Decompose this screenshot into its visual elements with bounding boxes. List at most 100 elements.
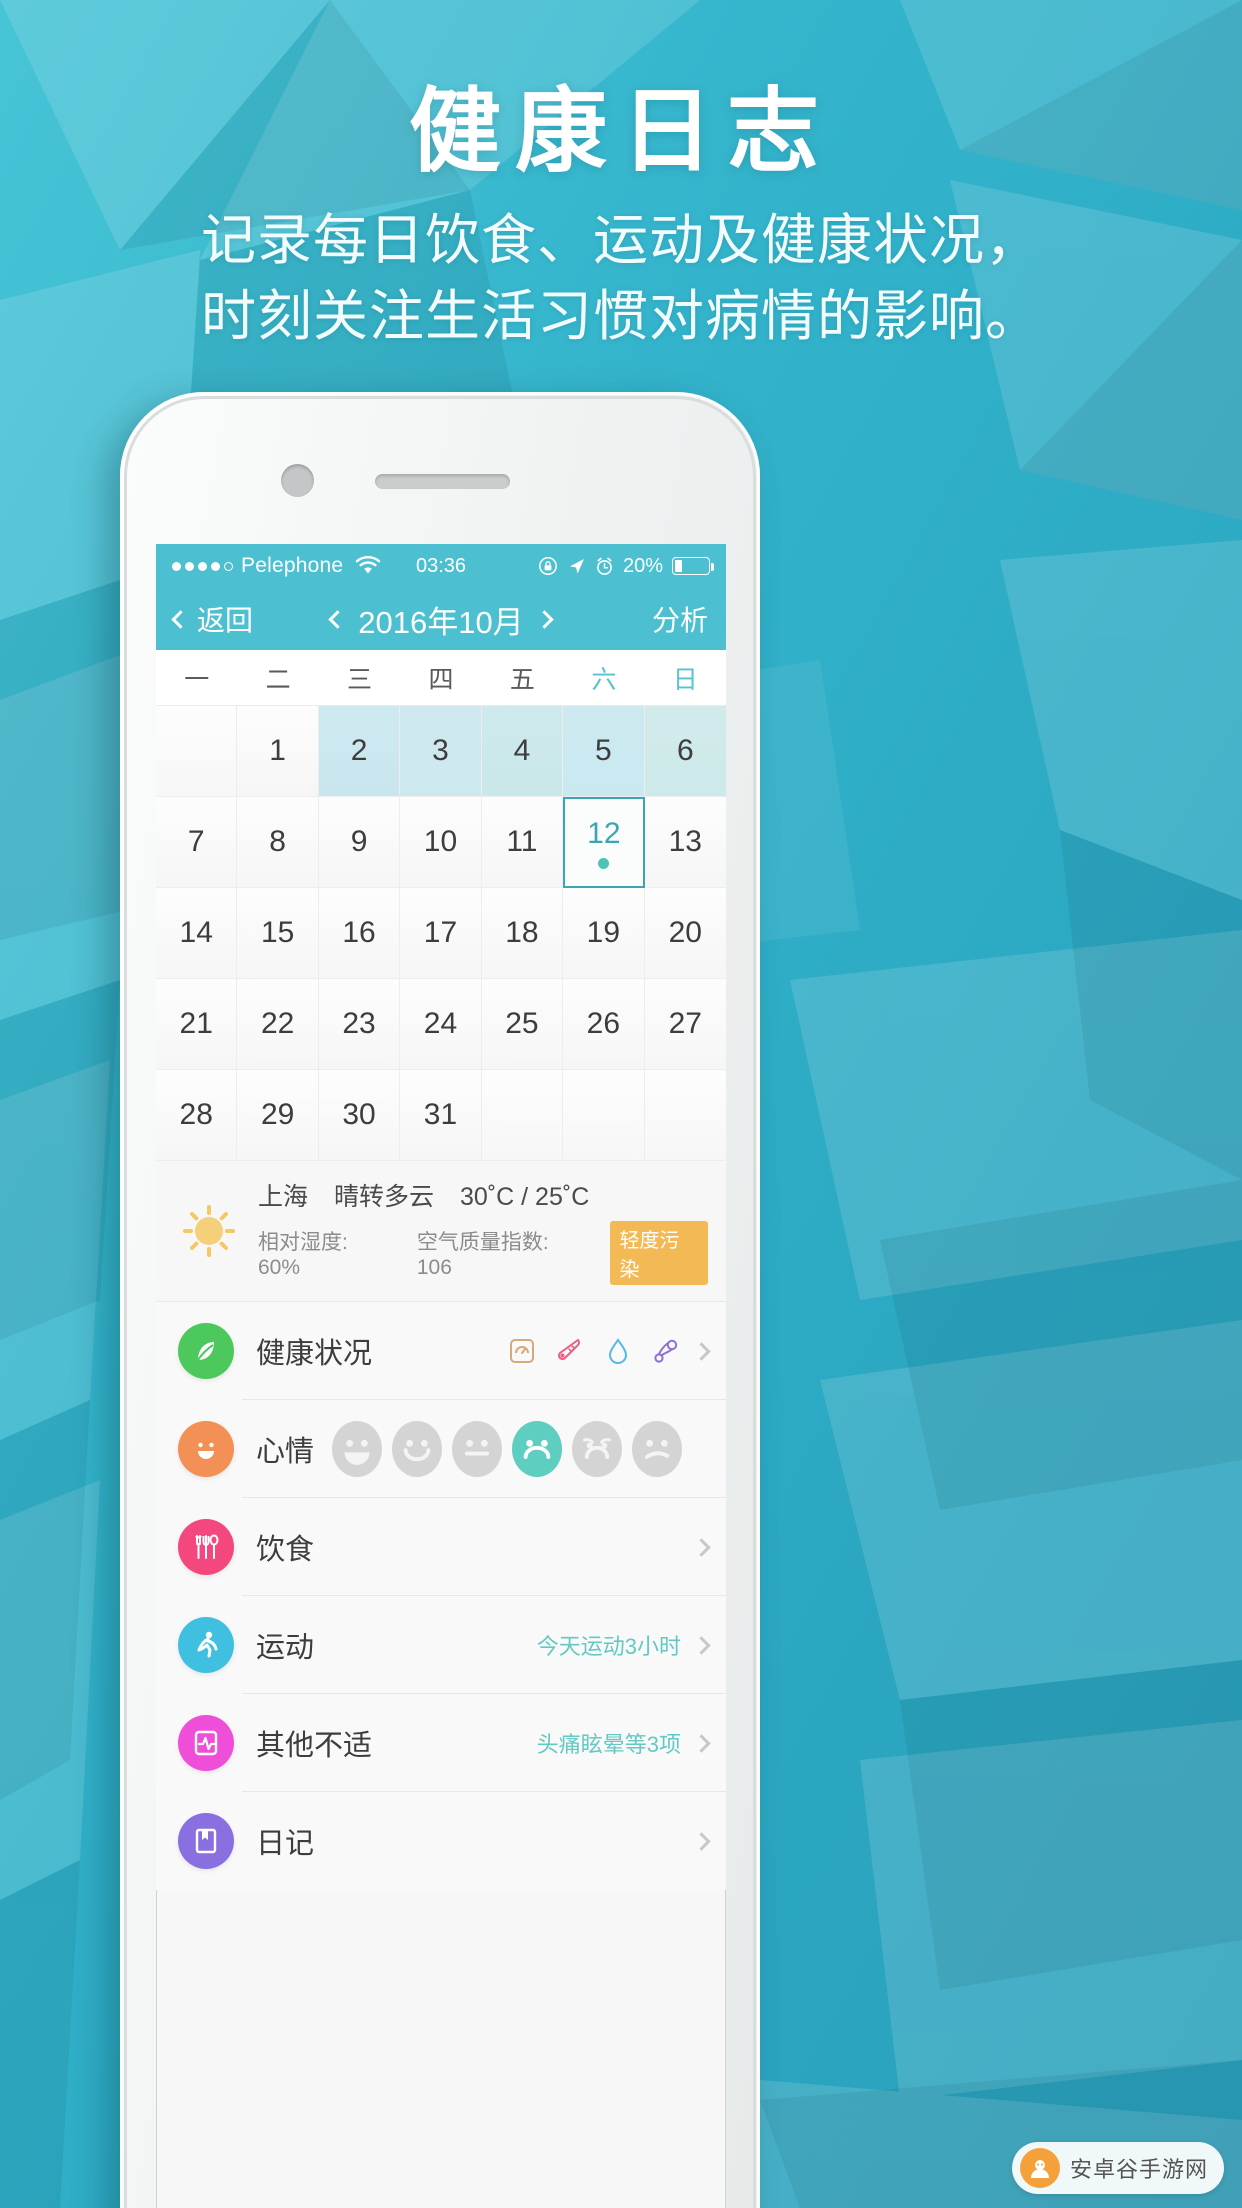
thermometer-icon[interactable] (555, 1336, 585, 1366)
calendar-day-number: 22 (260, 1007, 295, 1040)
weekday-header-6: 日 (672, 665, 698, 694)
calendar-day-5[interactable]: 5 (563, 706, 645, 797)
blood-pressure-icon[interactable] (651, 1336, 681, 1366)
weight-scale-icon[interactable] (507, 1336, 537, 1366)
promo-subtitle-line2: 时刻关注生活习惯对病情的影响。 (200, 284, 1041, 347)
calendar-day-28[interactable]: 28 (156, 1070, 238, 1161)
calendar-day-1[interactable]: 1 (237, 706, 319, 797)
list-item-diet[interactable]: 饮食 (156, 1498, 726, 1596)
mood-option-smile[interactable] (392, 1421, 443, 1477)
list-item-health-status[interactable]: 健康状况 (156, 1302, 726, 1400)
calendar-day-2[interactable]: 2 (318, 706, 401, 797)
water-drop-icon[interactable] (603, 1336, 633, 1366)
calendar-day-22[interactable]: 22 (237, 979, 319, 1070)
page-title: 健康日志 (408, 81, 833, 183)
calendar-day-number: 20 (668, 916, 702, 949)
calendar-day-7[interactable]: 7 (156, 797, 238, 888)
calendar-day-24[interactable]: 24 (400, 979, 482, 1070)
mood-option-sad[interactable] (632, 1421, 683, 1477)
calendar-day-number: 4 (513, 734, 531, 767)
mood-option-frown[interactable] (512, 1421, 563, 1477)
weather-condition: 晴转多云 (334, 1183, 435, 1211)
weekday-header-4: 五 (509, 665, 535, 694)
calendar-day-30[interactable]: 30 (318, 1070, 401, 1161)
calendar-day-empty (156, 706, 238, 797)
calendar-day-10[interactable]: 10 (400, 797, 482, 888)
calendar-day-9[interactable]: 9 (318, 797, 401, 888)
list-item-other-discomfort[interactable]: 其他不适 头痛眩晕等3项 (156, 1694, 726, 1792)
weather-line-primary: 上海 晴转多云 30˚C / 25˚C (258, 1177, 708, 1213)
mood-option-grin[interactable] (332, 1421, 383, 1477)
calendar-day-14[interactable]: 14 (156, 888, 238, 979)
chevron-right-icon (692, 1341, 711, 1361)
leaf-icon (178, 1323, 234, 1379)
calendar-day-number: 12 (587, 816, 621, 850)
calendar-day-12[interactable]: 12 (563, 797, 645, 888)
calendar-day-number: 11 (506, 825, 538, 858)
calendar-day-entry-dot (598, 857, 610, 869)
calendar-day-empty (644, 1070, 726, 1161)
calendar-day-21[interactable]: 21 (156, 979, 238, 1070)
promo-subtitle-line1: 记录每日饮食、运动及健康状况， (200, 209, 1041, 272)
list-item-label: 心情 (256, 1436, 315, 1468)
list-item-mood[interactable]: 心情 (156, 1400, 726, 1498)
battery-percent-label: 20% (622, 554, 663, 577)
calendar-day-number: 14 (179, 916, 213, 949)
calendar-day-number: 9 (350, 825, 368, 858)
month-selector: 2016年10月 (156, 597, 726, 642)
mood-option-neutral[interactable] (452, 1421, 503, 1477)
calendar-day-31[interactable]: 31 (400, 1070, 482, 1161)
calendar-day-number: 23 (342, 1007, 376, 1040)
calendar-day-6[interactable]: 6 (644, 706, 726, 797)
calendar-grid: 1 2 3 4 5 6 7 8 9 10 11 12 13 14 15 16 17 18 19 20 21 22 23 24 2… (156, 706, 726, 1161)
earpiece-speaker (375, 474, 510, 489)
chevron-right-icon (692, 1537, 711, 1557)
prev-month-button[interactable] (328, 609, 347, 629)
calendar-day-3[interactable]: 3 (400, 706, 482, 797)
calendar-day-number: 26 (586, 1007, 621, 1040)
calendar-day-number: 29 (260, 1098, 295, 1131)
calendar-day-19[interactable]: 19 (563, 888, 645, 979)
weather-line-secondary: 相对湿度: 60% 空气质量指数: 106 轻度污染 (258, 1221, 708, 1285)
calendar-day-18[interactable]: 18 (481, 888, 564, 979)
weekday-header-2: 三 (347, 665, 373, 694)
calendar-day-13[interactable]: 13 (644, 797, 726, 888)
nav-bar: 返回 2016年10月 分析 (156, 588, 726, 650)
calendar-day-25[interactable]: 25 (481, 979, 564, 1070)
weather-temperature: 30˚C / 25˚C (460, 1183, 590, 1211)
daily-log-list: 健康状况心情饮食 运动 今天运动3小时 其他不适 头痛眩晕等3项 日记 (156, 1302, 726, 1890)
mood-selector (332, 1421, 683, 1477)
promo-subtitle: 记录每日饮食、运动及健康状况， 时刻关注生活习惯对病情的影响。 (0, 205, 1242, 352)
calendar-day-20[interactable]: 20 (644, 888, 726, 979)
calendar-day-number: 31 (423, 1098, 458, 1131)
promo-header: 健康日志 记录每日饮食、运动及健康状况， 时刻关注生活习惯对病情的影响。 (0, 81, 1242, 352)
list-item-exercise[interactable]: 运动 今天运动3小时 (156, 1596, 726, 1694)
calendar-day-number: 8 (269, 825, 286, 858)
weather-panel[interactable]: 上海 晴转多云 30˚C / 25˚C 相对湿度: 60% 空气质量指数: 10… (156, 1161, 726, 1302)
calendar-day-11[interactable]: 11 (481, 797, 564, 888)
list-item-accessory (507, 1336, 711, 1366)
chevron-right-icon (692, 1733, 711, 1753)
list-item-value: 今天运动3小时 (536, 1634, 681, 1659)
calendar-day-26[interactable]: 26 (563, 979, 645, 1070)
calendar-day-27[interactable]: 27 (644, 979, 726, 1070)
list-item-diary[interactable]: 日记 (156, 1792, 726, 1890)
calendar-day-4[interactable]: 4 (481, 706, 564, 797)
list-item-label: 其他不适 (256, 1730, 373, 1762)
calendar-day-number: 17 (423, 916, 458, 949)
calendar-day-23[interactable]: 23 (318, 979, 401, 1070)
analyze-button[interactable]: 分析 (652, 599, 708, 639)
mood-option-cry[interactable] (572, 1421, 623, 1477)
calendar-day-number: 3 (432, 734, 449, 767)
weekday-header-5: 六 (591, 665, 617, 694)
next-month-button[interactable] (535, 609, 554, 629)
calendar-day-8[interactable]: 8 (237, 797, 319, 888)
calendar-day-15[interactable]: 15 (237, 888, 319, 979)
book-icon (178, 1813, 234, 1869)
watermark-text: 安卓谷手游网 (1069, 2157, 1208, 2182)
calendar-day-29[interactable]: 29 (237, 1070, 319, 1161)
chevron-right-icon (692, 1831, 711, 1851)
calendar-day-17[interactable]: 17 (400, 888, 482, 979)
calendar-day-16[interactable]: 16 (318, 888, 401, 979)
phone-mockup: Pelephone 03:36 20% 返回 2016年10月 分析 一 二 三… (120, 392, 760, 2208)
